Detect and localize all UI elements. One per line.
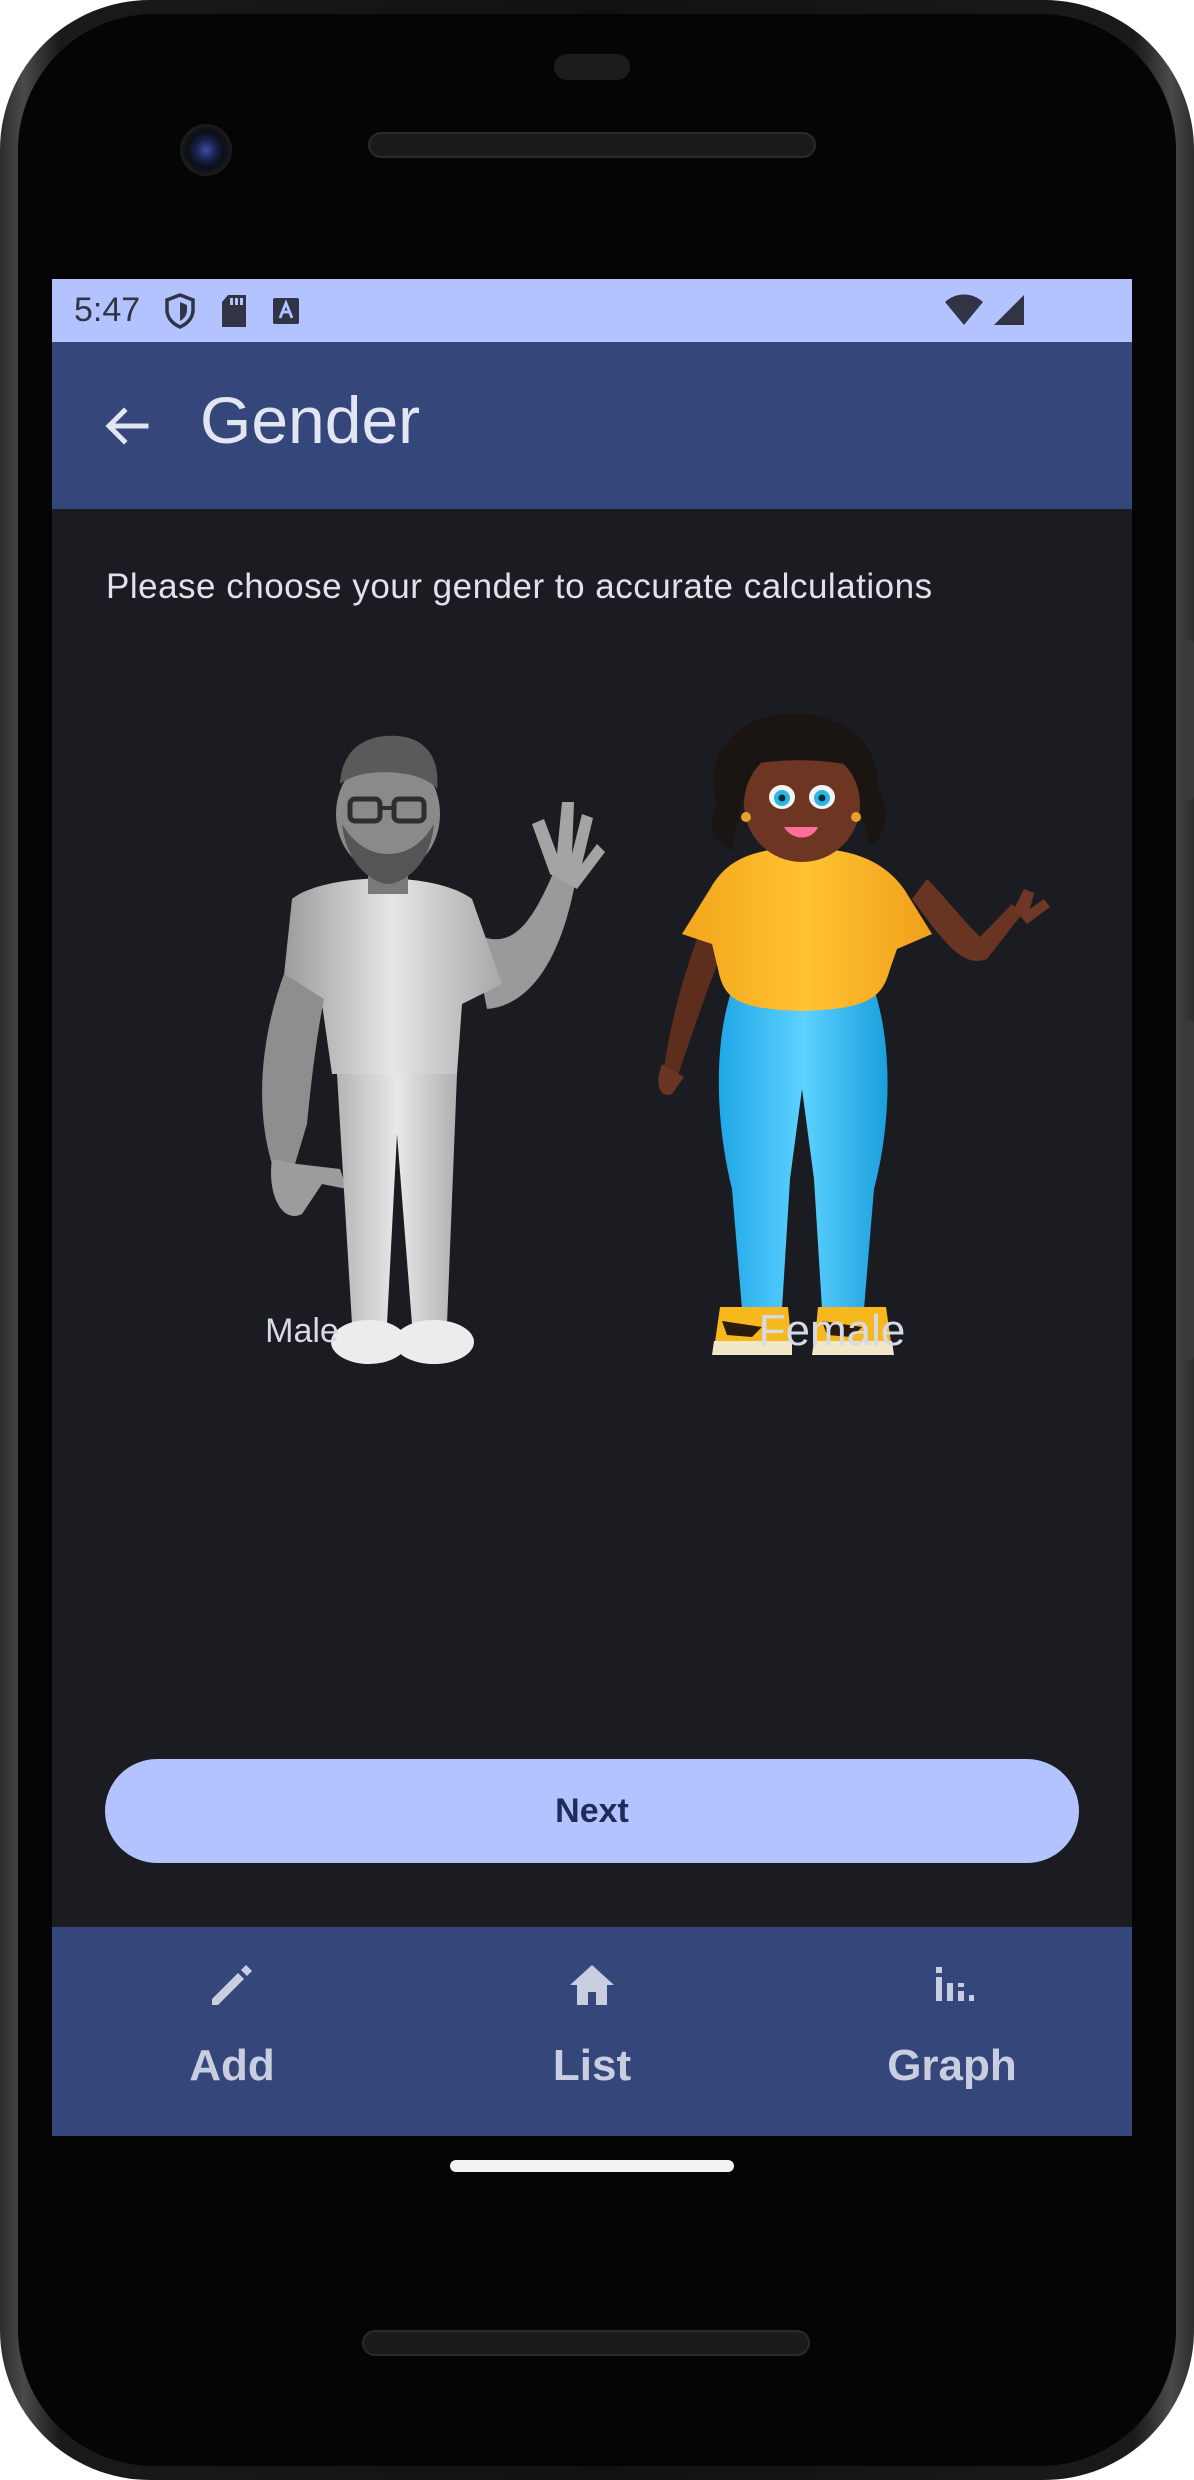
bottom-speaker-grille xyxy=(362,2330,810,2356)
home-icon xyxy=(570,1965,614,2005)
bottom-navigation: Add List Graph xyxy=(52,1927,1132,2136)
cellular-signal-icon xyxy=(992,293,1026,332)
wifi-icon xyxy=(944,293,984,332)
status-bar: 5:47 xyxy=(52,279,1132,342)
top-app-bar: Gender xyxy=(52,342,1132,509)
male-avatar-image xyxy=(262,735,605,1364)
volume-button xyxy=(1184,1020,1194,1360)
female-label: Female xyxy=(758,1306,906,1355)
nav-label-list: List xyxy=(552,2041,632,2090)
back-button[interactable] xyxy=(100,400,152,452)
nav-label-graph: Graph xyxy=(887,2041,1017,2090)
female-option[interactable] xyxy=(642,709,1082,1389)
male-option[interactable] xyxy=(172,704,692,1384)
sd-card-icon xyxy=(220,294,248,328)
nav-item-add[interactable]: Add xyxy=(52,1927,412,2136)
status-time: 5:47 xyxy=(74,291,141,329)
top-speaker-grille xyxy=(368,132,816,158)
male-label: Male xyxy=(265,1312,339,1350)
bar-chart-icon xyxy=(936,1967,974,2001)
home-indicator[interactable] xyxy=(450,2160,734,2172)
female-avatar-image xyxy=(658,713,1050,1355)
status-right-group xyxy=(944,293,1026,332)
nav-item-list[interactable]: List xyxy=(412,1927,772,2136)
earpiece-slot xyxy=(554,54,630,80)
power-button xyxy=(1184,640,1194,800)
phone-frame: 5:47 Gender Please choose your gender to… xyxy=(0,0,1194,2480)
pencil-icon xyxy=(212,1965,252,2005)
next-button[interactable]: Next xyxy=(105,1759,1079,1863)
front-camera xyxy=(180,124,232,176)
arrow-back-icon xyxy=(105,407,149,445)
app-screen: 5:47 Gender Please choose your gender to… xyxy=(52,279,1132,2136)
instruction-text: Please choose your gender to accurate ca… xyxy=(106,567,933,606)
shield-icon xyxy=(164,292,196,329)
nav-item-graph[interactable]: Graph xyxy=(772,1927,1132,2136)
page-title: Gender xyxy=(200,383,421,457)
nav-label-add: Add xyxy=(189,2041,275,2090)
font-icon xyxy=(272,297,300,325)
